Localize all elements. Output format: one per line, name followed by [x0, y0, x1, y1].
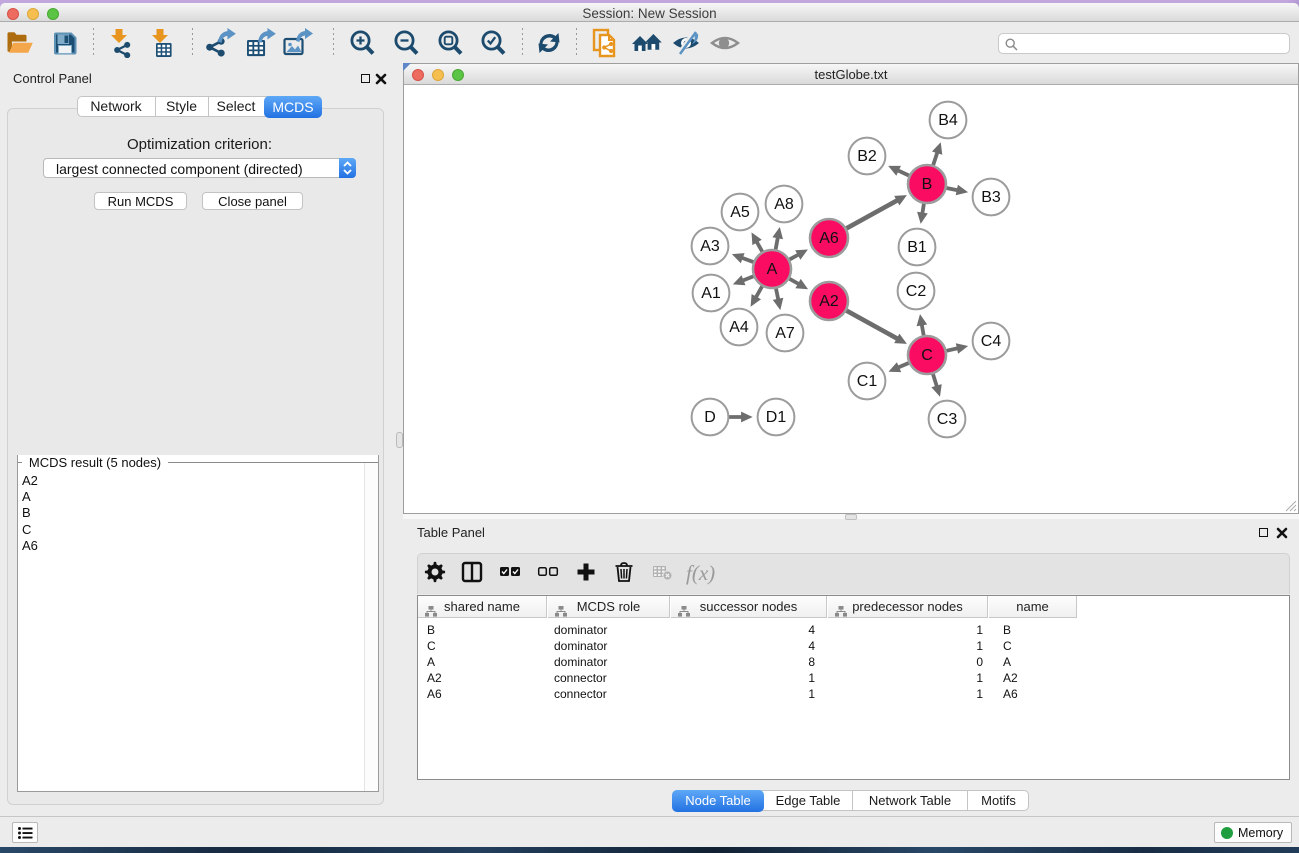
svg-text:A8: A8: [774, 196, 794, 213]
svg-text:B3: B3: [981, 189, 1001, 206]
svg-text:A1: A1: [701, 285, 721, 302]
svg-text:D1: D1: [766, 409, 787, 426]
svg-text:A5: A5: [730, 204, 750, 221]
svg-text:A2: A2: [819, 293, 839, 310]
svg-text:B1: B1: [907, 239, 927, 256]
svg-text:A4: A4: [729, 319, 749, 336]
svg-text:C3: C3: [937, 411, 958, 428]
svg-text:B2: B2: [857, 148, 877, 165]
svg-text:A: A: [767, 261, 778, 278]
svg-text:B4: B4: [938, 112, 958, 129]
svg-text:C4: C4: [981, 333, 1002, 350]
svg-text:C2: C2: [906, 283, 927, 300]
svg-text:A6: A6: [819, 230, 839, 247]
svg-text:C1: C1: [857, 373, 878, 390]
svg-text:D: D: [704, 409, 716, 426]
svg-text:C: C: [921, 347, 933, 364]
svg-text:A7: A7: [775, 325, 795, 342]
svg-text:A3: A3: [700, 238, 720, 255]
svg-text:B: B: [922, 176, 933, 193]
